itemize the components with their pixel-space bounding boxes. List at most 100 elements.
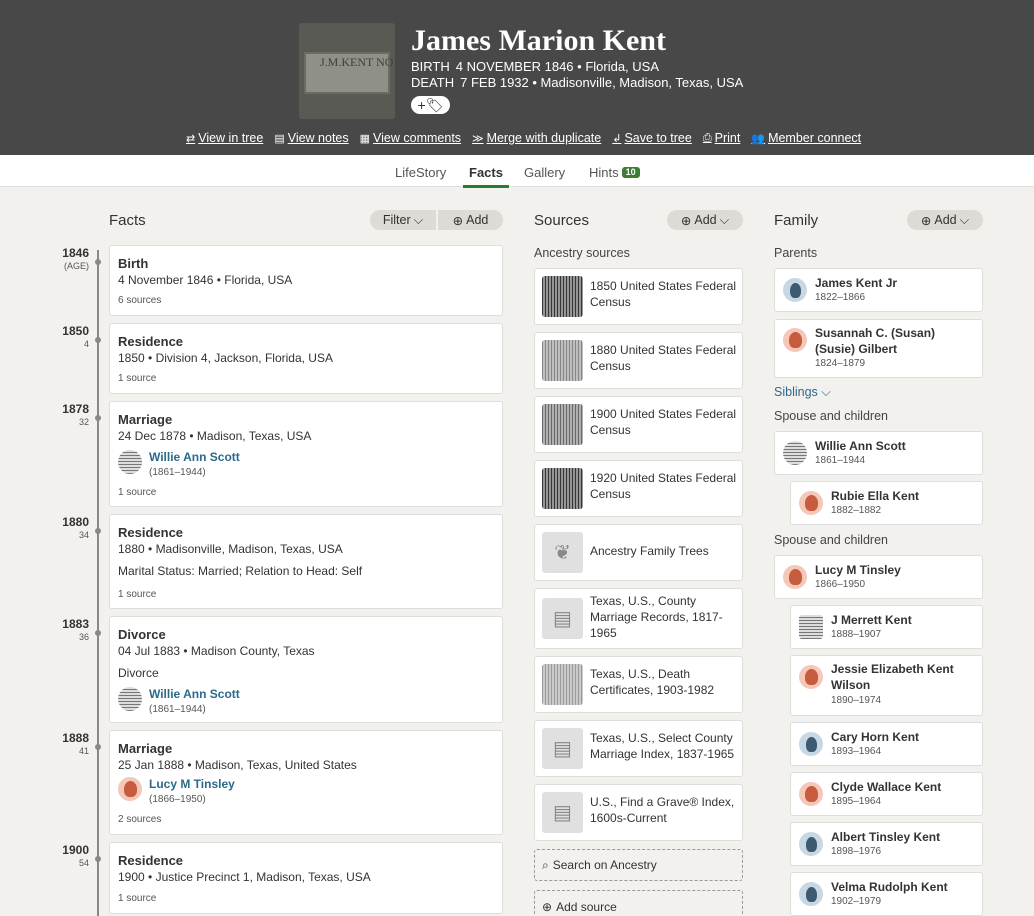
profile-header: J.M.KENT NOV 4 FEB James Marion Kent BIR… [0,0,1034,155]
source-card[interactable]: ❦ Ancestry Family Trees [534,524,743,581]
fact-sources[interactable]: 1 source [118,893,156,904]
source-card[interactable]: 1900 United States Federal Census [534,396,743,453]
death-line: DEATH 7 FEB 1932 • Madisonville, Madison,… [411,75,743,90]
source-card[interactable]: ▤ U.S., Find a Grave® Index, 1600s-Curren… [534,784,743,841]
save-icon: ↲ [612,132,622,145]
search-on-ancestry-button[interactable]: ⌕ Search on Ancestry [534,849,743,881]
add-fact-label: Add [466,213,489,227]
family-member-card[interactable]: James Kent Jr 1822–1866 [774,268,983,312]
avatar [783,441,807,465]
person-name: James Marion Kent [411,24,666,57]
member-dates: 1898–1976 [831,846,882,857]
fact-sources[interactable]: 1 source [118,487,156,498]
source-card[interactable]: ▤ Texas, U.S., Select County Marriage Ind… [534,720,743,777]
spouse-link[interactable]: Willie Ann Scott (1861–1944) [118,450,240,478]
member-connect-link[interactable]: 👥 Member connect [751,131,861,145]
document-icon: ▤ [542,792,583,833]
member-connect-label: Member connect [768,131,862,145]
fact-sources[interactable]: 6 sources [118,295,161,306]
merge-duplicate-link[interactable]: ≫ Merge with duplicate [472,131,601,145]
tab-hints-label: Hints [589,165,619,180]
spouse-name[interactable]: Lucy M Tinsley [149,777,235,791]
fact-card-marriage[interactable]: Marriage 24 Dec 1878 • Madison, Texas, U… [109,401,503,507]
spouse-children-label: Spouse and children [774,409,888,423]
fact-sources[interactable]: 1 source [118,589,156,600]
spouse-link[interactable]: Willie Ann Scott (1861–1944) [118,687,240,715]
fact-card-residence[interactable]: Residence 1850 • Division 4, Jackson, Fl… [109,323,503,394]
add-source-button[interactable]: ⊕ Add source [534,890,743,916]
source-title: Texas, U.S., Select County Marriage Inde… [590,731,735,761]
fact-detail: 1880 • Madisonville, Madison, Texas, USA [118,542,343,556]
save-to-tree-link[interactable]: ↲ Save to tree [612,131,692,145]
birth-label: BIRTH [411,59,450,74]
source-title: Texas, U.S., County Marriage Records, 18… [590,594,723,640]
source-card[interactable]: 1880 United States Federal Census [534,332,743,389]
year-value: 1900 [62,843,89,857]
spouse-link[interactable]: Lucy M Tinsley (1866–1950) [118,777,235,805]
fact-card-divorce[interactable]: Divorce 04 Jul 1883 • Madison County, Te… [109,616,503,723]
siblings-toggle[interactable]: Siblings ⌵ [774,385,831,400]
family-member-card[interactable]: J Merrett Kent 1888–1907 [790,605,983,649]
birth-line: BIRTH 4 NOVEMBER 1846 • Florida, USA [411,59,659,74]
add-tag-button[interactable]: +🏷 [411,96,450,114]
add-family-button[interactable]: ⊕ Add ⌵ [907,210,983,230]
census-thumbnail [542,468,583,509]
fact-card-marriage[interactable]: Marriage 25 Jan 1888 • Madison, Texas, U… [109,730,503,835]
family-member-card[interactable]: Velma Rudolph Kent 1902–1979 [790,872,983,916]
comments-icon: ▦ [359,132,371,145]
fact-sources[interactable]: 2 sources [118,814,161,825]
save-to-tree-label: Save to tree [624,131,692,145]
print-label: Print [714,131,741,145]
family-member-card[interactable]: Lucy M Tinsley 1866–1950 [774,555,983,599]
member-name: Clyde Wallace Kent [831,780,942,794]
family-member-card[interactable]: Willie Ann Scott 1861–1944 [774,431,983,475]
view-in-tree-link[interactable]: ⇄ View in tree [186,131,263,145]
spouse-name[interactable]: Willie Ann Scott [149,450,240,464]
family-member-card[interactable]: Jessie Elizabeth Kent Wilson 1890–1974 [790,655,983,716]
spouse-dates: (1866–1950) [149,794,206,805]
source-card[interactable]: ▤ Texas, U.S., County Marriage Records, 1… [534,588,743,649]
family-member-card[interactable]: Albert Tinsley Kent 1898–1976 [790,822,983,866]
fact-title: Birth [118,256,149,271]
source-card[interactable]: Texas, U.S., Death Certificates, 1903-19… [534,656,743,713]
family-member-card[interactable]: Susannah C. (Susan) (Susie) Gilbert 1824–… [774,319,983,378]
year-value: 1883 [62,617,89,631]
timeline-dot [95,337,101,343]
tab-gallery[interactable]: Gallery [524,165,565,180]
family-member-card[interactable]: Cary Horn Kent 1893–1964 [790,722,983,766]
filter-button[interactable]: Filter ⌵ [370,210,436,230]
source-title: Ancestry Family Trees [590,544,709,558]
family-member-card[interactable]: Clyde Wallace Kent 1895–1964 [790,772,983,816]
view-comments-link[interactable]: ▦ View comments [360,131,461,145]
family-title: Family [774,212,819,229]
male-avatar-icon [799,882,823,906]
add-source-menu-button[interactable]: ⊕ Add ⌵ [667,210,743,230]
document-icon: ▤ [542,598,583,639]
search-on-ancestry-label: Search on Ancestry [552,858,657,872]
member-name: Lucy M Tinsley [815,563,901,577]
source-card[interactable]: 1850 United States Federal Census [534,268,743,325]
profile-actions: ⇄ View in tree ▤ View notes ▦ View comments… [186,131,861,145]
fact-sources[interactable]: 1 source [118,373,156,384]
spouse-name[interactable]: Willie Ann Scott [149,687,240,701]
fact-card-residence[interactable]: Residence 1880 • Madisonville, Madison, … [109,514,503,609]
add-fact-button[interactable]: ⊕ Add [438,210,503,230]
siblings-label: Siblings [774,385,818,399]
view-notes-link[interactable]: ▤ View notes [274,131,348,145]
family-member-card[interactable]: Rubie Ella Kent 1882–1882 [790,481,983,525]
tab-facts[interactable]: Facts [463,165,509,188]
spouse-dates: (1861–1944) [149,467,206,478]
profile-photo[interactable]: J.M.KENT NOV 4 FEB [299,23,395,119]
tab-lifestory[interactable]: LifeStory [395,165,446,180]
member-dates: 1861–1944 [815,455,866,466]
chevron-down-icon: ⌵ [959,212,970,227]
print-link[interactable]: ⎙ Print [703,131,741,145]
male-avatar-icon [799,832,823,856]
fact-card-birth[interactable]: Birth 4 November 1846 • Florida, USA 6 s… [109,245,503,316]
source-title: 1900 United States Federal Census [590,407,737,437]
source-title: Texas, U.S., Death Certificates, 1903-19… [590,667,715,697]
census-thumbnail [542,340,583,381]
source-card[interactable]: 1920 United States Federal Census [534,460,743,517]
tab-hints[interactable]: Hints 10 [589,165,640,180]
fact-card-residence[interactable]: Residence 1900 • Justice Precinct 1, Mad… [109,842,503,914]
